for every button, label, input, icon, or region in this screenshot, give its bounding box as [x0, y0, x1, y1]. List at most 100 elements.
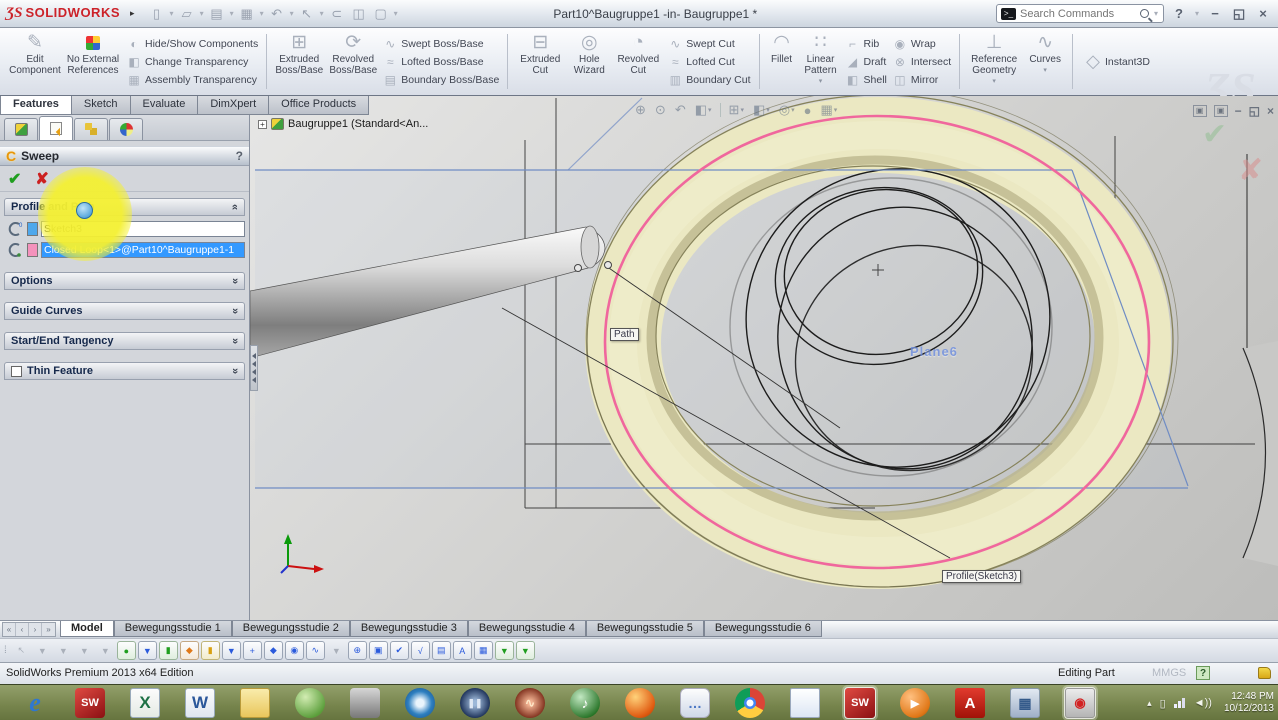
menu-expand-icon[interactable]: ▸: [130, 8, 135, 19]
assembly-tree-item[interactable]: Baugruppe1 (Standard<An...: [288, 118, 428, 130]
mirror-button[interactable]: ◫ Mirror: [893, 72, 951, 87]
tab-bewegungsstudie-5[interactable]: Bewegungsstudie 5: [585, 621, 704, 637]
assembly-transparency-button[interactable]: ▦ Assembly Transparency: [127, 72, 258, 87]
configuration-manager-tab[interactable]: [74, 118, 108, 140]
change-transparency-button[interactable]: ◧ Change Transparency: [127, 54, 258, 69]
path-point-marker[interactable]: [574, 264, 582, 272]
curves-button[interactable]: ∿ Curves ▾: [1023, 30, 1067, 93]
plot-icon[interactable]: √: [410, 641, 430, 660]
study-properties-icon[interactable]: ▦: [473, 641, 493, 660]
caret-icon[interactable]: ▾: [819, 77, 823, 85]
word-icon[interactable]: W: [185, 688, 215, 718]
caret-icon[interactable]: ▾: [1154, 9, 1158, 18]
animation-wizard-icon[interactable]: ▼: [221, 641, 241, 660]
graphics-area[interactable]: ✔ ✘ + Baugruppe1 (Standard<An... ⊕ ⊙ ↶ ◧…: [250, 96, 1278, 620]
excel-icon[interactable]: X: [130, 688, 160, 718]
search-icon[interactable]: [1139, 9, 1149, 18]
cancel-button[interactable]: ✘: [35, 169, 48, 189]
new-document-icon[interactable]: ▯: [147, 4, 167, 24]
confirm-check-ghost[interactable]: ✔: [1202, 118, 1227, 151]
minimize-button[interactable]: −: [1206, 6, 1224, 21]
green-app-icon[interactable]: [295, 688, 325, 718]
caret-icon[interactable]: ▾: [260, 9, 264, 18]
filter-selected-icon[interactable]: ▼: [75, 641, 94, 660]
thin-feature-group-header[interactable]: Thin Feature »: [4, 362, 245, 380]
path-input[interactable]: Closed Loop<1>@Part10^Baugruppe1-1: [41, 241, 245, 258]
start-end-tangency-group-header[interactable]: Start/End Tangency »: [4, 332, 245, 350]
adobe-reader-icon[interactable]: A: [955, 688, 985, 718]
wrap-button[interactable]: ◉ Wrap: [893, 36, 951, 51]
rib-button[interactable]: ⌐ Rib: [846, 36, 887, 51]
battery-icon[interactable]: ▯: [1160, 697, 1166, 710]
guide-curves-group-header[interactable]: Guide Curves »: [4, 302, 245, 320]
tab-bewegungsstudie-4[interactable]: Bewegungsstudie 4: [467, 621, 586, 637]
lofted-boss-button[interactable]: ≈ Lofted Boss/Base: [383, 54, 499, 69]
section-view-icon[interactable]: ◧ ▾: [692, 101, 715, 119]
filter-funnel-icon[interactable]: ▼: [327, 641, 346, 660]
help-icon[interactable]: ?: [236, 149, 243, 163]
ok-button[interactable]: ✔: [8, 169, 21, 189]
boundary-boss-button[interactable]: ▤ Boundary Boss/Base: [383, 72, 500, 87]
filter-animation-icon[interactable]: ▼: [33, 641, 52, 660]
apply-scene-icon[interactable]: ▦ ▾: [817, 101, 840, 119]
first-tab-button[interactable]: «: [3, 623, 16, 636]
solidworks-icon[interactable]: SW: [75, 688, 105, 718]
properties-icon[interactable]: ◫: [349, 4, 369, 24]
solidworks-active-icon[interactable]: SW: [844, 687, 876, 719]
chevron-down-icon[interactable]: »: [229, 368, 241, 374]
extruded-boss-button[interactable]: ⊞ Extruded Boss/Base: [272, 30, 326, 93]
filter-results-icon[interactable]: ▼: [96, 641, 115, 660]
movie-app-icon[interactable]: ❚❚: [460, 688, 490, 718]
profile-point-marker[interactable]: [604, 261, 612, 269]
fillet-button[interactable]: ◠ Fillet: [765, 30, 799, 93]
messenger-icon[interactable]: …: [680, 688, 710, 718]
select-icon[interactable]: ↖: [297, 4, 317, 24]
close-button[interactable]: ×: [1254, 6, 1272, 21]
right-cylinder[interactable]: [1243, 341, 1278, 566]
doc-icon-2[interactable]: ▣: [1213, 105, 1228, 117]
chevron-down-icon[interactable]: »: [229, 338, 241, 344]
display-style-icon[interactable]: ◧ ▾: [750, 101, 773, 119]
feature-manager-tab[interactable]: [4, 118, 38, 140]
file-explorer-icon[interactable]: [240, 688, 270, 718]
tab-bewegungsstudie-1[interactable]: Bewegungsstudie 1: [113, 621, 232, 637]
chevron-up-icon[interactable]: »: [229, 204, 241, 210]
tag-icon[interactable]: [1258, 667, 1271, 679]
calculator-icon[interactable]: ▦: [1010, 688, 1040, 718]
search-commands-box[interactable]: >_ ▾: [995, 4, 1164, 23]
hole-wizard-button[interactable]: ◎ Hole Wizard: [567, 30, 611, 93]
chrome-icon[interactable]: [735, 688, 765, 718]
spring-icon[interactable]: ∿: [305, 641, 325, 660]
thin-feature-checkbox[interactable]: [11, 365, 22, 377]
caret-icon[interactable]: ▾: [394, 9, 398, 18]
toolbar-handle[interactable]: ⁞: [4, 645, 7, 656]
tab-features[interactable]: Features: [0, 96, 72, 115]
itunes-icon[interactable]: ♪: [570, 688, 600, 718]
doc-minimize-button[interactable]: −: [1235, 104, 1242, 118]
tray-expand-icon[interactable]: ▴: [1147, 698, 1152, 709]
internet-explorer-icon[interactable]: e: [20, 688, 50, 718]
confirm-cancel-ghost[interactable]: ✘: [1238, 154, 1263, 187]
calculate-icon[interactable]: ●: [116, 641, 136, 660]
add-key-icon[interactable]: ◆: [263, 641, 283, 660]
help-icon[interactable]: ?: [1170, 6, 1188, 21]
boundary-cut-button[interactable]: ▥ Boundary Cut: [668, 72, 751, 87]
media-player-icon[interactable]: ▶: [900, 688, 930, 718]
play-icon[interactable]: ▮: [158, 641, 178, 660]
edit-component-button[interactable]: ✎ Edit Component: [8, 30, 62, 93]
open-icon[interactable]: ▱: [177, 4, 197, 24]
edit-appearance-icon[interactable]: ●: [801, 102, 815, 119]
caret-icon[interactable]: ▾: [1195, 9, 1199, 18]
chevron-down-icon[interactable]: »: [229, 308, 241, 314]
auto-key-icon[interactable]: +: [242, 641, 262, 660]
filter-driving-icon[interactable]: ▼: [54, 641, 73, 660]
lofted-cut-button[interactable]: ≈ Lofted Cut: [668, 54, 750, 69]
audio-app-icon[interactable]: ∿: [515, 688, 545, 718]
display-manager-tab[interactable]: [109, 118, 143, 140]
expand-icon[interactable]: ▼: [515, 641, 535, 660]
previous-view-icon[interactable]: ↶: [672, 101, 689, 119]
unit-system-label[interactable]: MMGS: [1152, 667, 1186, 679]
tab-bewegungsstudie-6[interactable]: Bewegungsstudie 6: [703, 621, 822, 637]
caret-icon[interactable]: ▾: [992, 77, 996, 85]
quick-tips-icon[interactable]: ?: [1196, 666, 1210, 680]
